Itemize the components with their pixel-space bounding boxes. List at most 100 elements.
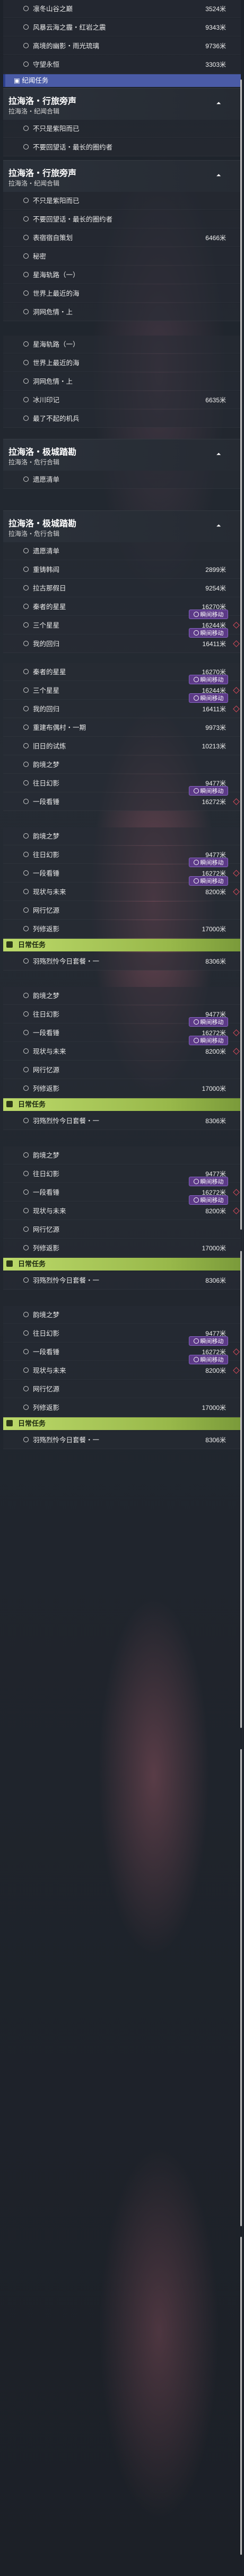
chevron-up-icon[interactable]: ⏶ — [214, 99, 223, 108]
teleport-button[interactable]: 瞬间移动 — [189, 1336, 228, 1346]
teleport-button[interactable]: 瞬间移动 — [189, 610, 228, 619]
teleport-button[interactable]: 瞬间移动 — [189, 1017, 228, 1027]
quest-row[interactable]: 星海轨路（一） — [3, 266, 241, 284]
teleport-icon — [193, 695, 199, 701]
quest-row[interactable]: 星海轨路（一） — [3, 336, 241, 354]
quest-row[interactable]: 风暴云海之霾・红岩之震 9343米 — [3, 19, 241, 37]
scrollbar[interactable] — [240, 80, 242, 716]
teleport-button[interactable]: 瞬间移动 — [189, 1195, 228, 1205]
quest-row[interactable]: 羽殇烈怜今日套餐・一 8306米 — [3, 1272, 241, 1290]
quest-row[interactable]: 列修返影 17000米 — [3, 1080, 241, 1098]
daily-quest-bar[interactable]: 日常任务 — [3, 939, 241, 951]
daily-quest-bar[interactable]: 日常任务 — [3, 1098, 241, 1111]
chevron-up-icon[interactable]: ⏶ — [214, 450, 223, 458]
quest-row[interactable]: 秘密 — [3, 248, 241, 266]
status-circle-icon — [23, 360, 29, 365]
tracking-gem-icon — [233, 1189, 240, 1196]
daily-quest-bar[interactable]: 日常任务 — [3, 1417, 241, 1430]
quest-name: 秦者的星星 — [33, 668, 66, 676]
quest-name: 一段看锤 — [33, 798, 60, 806]
quest-name: 重铸韩阎 — [33, 566, 60, 574]
quest-row[interactable]: 网行忆源 — [3, 1380, 241, 1398]
quest-row[interactable]: 不要回望话・最长的圈约者 — [3, 210, 241, 228]
teleport-button[interactable]: 瞬间移动 — [189, 693, 228, 703]
daily-quest-bar[interactable]: 日常任务 — [3, 1258, 241, 1271]
quest-row[interactable]: 韵境之梦 — [3, 756, 241, 774]
teleport-button[interactable]: 瞬间移动 — [189, 1036, 228, 1045]
quest-row[interactable]: 不要回望话・最长的圈约者 — [3, 138, 241, 156]
teleport-button[interactable]: 瞬间移动 — [189, 786, 228, 796]
quest-row[interactable]: 凛冬山谷之巅 3524米 — [3, 0, 241, 18]
quest-row[interactable]: 遗愿清单 — [3, 542, 241, 560]
quest-row[interactable]: 冰川印记 6635米 — [3, 391, 241, 409]
scrollbar[interactable] — [240, 647, 242, 1230]
tracking-gem-icon — [233, 1348, 240, 1355]
quest-row[interactable]: 旧日的试炼 10213米 — [3, 737, 241, 755]
chevron-up-icon[interactable]: ⏶ — [214, 171, 223, 180]
teleport-button[interactable]: 瞬间移动 — [189, 1177, 228, 1186]
quest-name: 韵境之梦 — [33, 833, 60, 840]
status-circle-icon — [23, 1277, 29, 1283]
quest-row[interactable]: 羽殇烈怜今日套餐・一 8306米 — [3, 952, 241, 971]
quest-row[interactable]: 韵境之梦 — [3, 827, 241, 845]
quest-row[interactable]: 羽殇烈怜今日套餐・一 8306米 — [3, 1112, 241, 1130]
quest-row[interactable]: 韵境之梦 — [3, 1306, 241, 1324]
status-circle-icon — [23, 1405, 29, 1410]
quest-row[interactable]: 网行忆源 — [3, 1061, 241, 1079]
chevron-up-icon[interactable]: ⏶ — [214, 522, 223, 530]
quest-name: 往日幻影 — [33, 1170, 60, 1178]
status-circle-icon — [23, 870, 29, 876]
quest-name: 网行忆源 — [33, 907, 60, 914]
quest-name: 网行忆源 — [33, 1066, 60, 1074]
quest-row[interactable]: 遗愿清单 — [3, 471, 241, 489]
scrollbar[interactable] — [240, 1749, 242, 2226]
quest-row[interactable]: 不只是紫阳而已 — [3, 192, 241, 210]
quest-row[interactable]: 洞网危情・上 — [3, 373, 241, 391]
quest-name: 守望永恒 — [33, 61, 60, 68]
quest-section-header[interactable]: 拉海洛・极城踏勘 拉海洛・危行合辑 ⏶ — [3, 439, 241, 471]
quest-name: 韵境之梦 — [33, 761, 60, 769]
teleport-button[interactable]: 瞬间移动 — [189, 628, 228, 638]
quest-row[interactable]: 列修返影 17000米 — [3, 920, 241, 938]
quest-row[interactable]: 重铸韩阎 2899米 — [3, 561, 241, 579]
quest-row[interactable]: 守望永恒 3303米 — [3, 56, 241, 74]
status-circle-icon — [23, 1245, 29, 1250]
quest-row[interactable]: 拉古那假日 9254米 — [3, 579, 241, 597]
quest-section-header[interactable]: 拉海洛・行旅旁声 拉海洛・纪闻合辑 ⏶ — [3, 88, 241, 120]
quest-row[interactable]: 不只是紫阳而已 — [3, 120, 241, 138]
teleport-label: 瞬间移动 — [200, 878, 224, 885]
scrollbar[interactable] — [240, 2237, 242, 2555]
quest-name: 我的回归 — [33, 705, 60, 713]
status-circle-icon — [23, 341, 29, 347]
quest-row[interactable]: 列修返影 17000米 — [3, 1399, 241, 1417]
collapsed-category[interactable]: ▣ 纪闻任务 — [3, 74, 241, 87]
quest-section-header[interactable]: 拉海洛・极城踏勘 拉海洛・危行合辑 ⏶ — [3, 510, 241, 542]
quest-row[interactable]: 重建布偶村・一期 9973米 — [3, 719, 241, 737]
quest-row[interactable]: 表宿宿自策划 6466米 — [3, 229, 241, 247]
quest-section-header[interactable]: 拉海洛・行旅旁声 拉海洛・纪闻合辑 ⏶ — [3, 160, 241, 192]
quest-row[interactable]: 列修返影 17000米 — [3, 1239, 241, 1257]
quest-row[interactable]: 羽殇烈怜今日套餐・一 8306米 — [3, 1431, 241, 1449]
quest-row[interactable]: 世界上最近的海 — [3, 285, 241, 303]
quest-name: 一段看锤 — [33, 1348, 60, 1356]
quest-row[interactable]: 洞网危情・上 — [3, 303, 241, 321]
quest-row[interactable]: 世界上最近的海 — [3, 354, 241, 372]
quest-name: 现状与未来 — [33, 888, 66, 896]
teleport-button[interactable]: 瞬间移动 — [189, 876, 228, 886]
quest-row[interactable]: 网行忆源 — [3, 1221, 241, 1239]
quest-row[interactable]: 韵境之梦 — [3, 1146, 241, 1165]
status-circle-icon — [23, 1189, 29, 1195]
status-circle-icon — [23, 1030, 29, 1035]
quest-name: 表宿宿自策划 — [33, 234, 73, 242]
quest-row[interactable]: 高境的幽影・雨光琉璃 9736米 — [3, 37, 241, 55]
teleport-button[interactable]: 瞬间移动 — [189, 675, 228, 684]
quest-row[interactable]: 最了不起的机兵 — [3, 410, 241, 428]
scrollbar[interactable] — [240, 1251, 242, 1728]
quest-row[interactable]: 网行忆源 — [3, 902, 241, 920]
quest-distance: 17000米 — [202, 1245, 226, 1252]
section-title: 拉海洛・极城踏勘 — [8, 519, 77, 528]
tracking-gem-icon — [233, 1207, 240, 1214]
teleport-button[interactable]: 瞬间移动 — [189, 858, 228, 867]
quest-row[interactable]: 韵境之梦 — [3, 987, 241, 1005]
teleport-button[interactable]: 瞬间移动 — [189, 1355, 228, 1364]
